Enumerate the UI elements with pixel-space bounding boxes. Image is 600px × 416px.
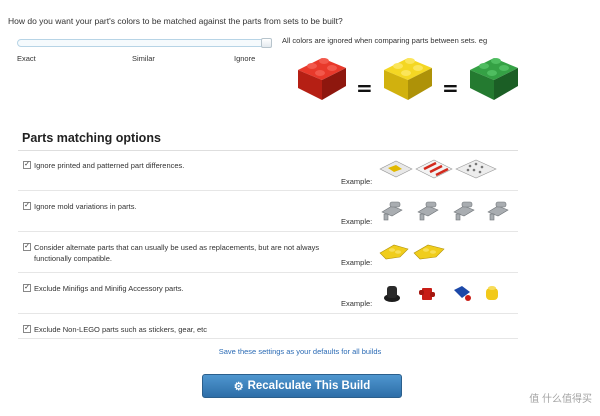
printed-tiles-icon bbox=[379, 159, 497, 179]
save-defaults-link[interactable]: Save these settings as your defaults for… bbox=[0, 347, 600, 356]
red-brick-icon bbox=[298, 58, 346, 100]
option-label: Exclude Non-LEGO parts such as stickers,… bbox=[34, 325, 207, 334]
yellow-brick-icon bbox=[384, 58, 432, 100]
recalculate-build-button[interactable]: ⚙ Recalculate This Build bbox=[202, 374, 402, 398]
example-label: Example: bbox=[341, 299, 373, 308]
option-exclude-non-lego: ✓ Exclude Non-LEGO parts such as sticker… bbox=[18, 315, 518, 339]
checkbox-exclude-non-lego[interactable]: ✓ bbox=[23, 325, 31, 333]
ignore-colors-note: All colors are ignored when comparing pa… bbox=[282, 36, 488, 45]
option-label: Consider alternate parts that can usuall… bbox=[34, 243, 320, 263]
option-label: Ignore printed and patterned part differ… bbox=[34, 161, 185, 170]
equals-sign-1: = bbox=[356, 76, 373, 100]
clip-plate-icon bbox=[381, 201, 509, 221]
checkbox-exclude-minifigs[interactable]: ✓ bbox=[23, 284, 31, 292]
gear-icon: ⚙ bbox=[233, 380, 244, 393]
site-watermark: 值 什么值得买 bbox=[529, 394, 592, 405]
slider-label-ignore: Ignore bbox=[234, 54, 256, 63]
slider-track[interactable] bbox=[17, 39, 267, 47]
minifig-parts-icon bbox=[384, 286, 498, 302]
checkbox-alternate-parts[interactable]: ✓ bbox=[23, 243, 31, 251]
option-label: Exclude Minifigs and Minifig Accessory p… bbox=[34, 284, 184, 293]
slider-label-similar: Similar bbox=[132, 54, 155, 63]
color-match-question: How do you want your part's colors to be… bbox=[8, 16, 343, 26]
example-label: Example: bbox=[341, 217, 373, 226]
option-alternate-parts: ✓ Consider alternate parts that can usua… bbox=[18, 233, 518, 273]
option-exclude-minifigs: ✓ Exclude Minifigs and Minifig Accessory… bbox=[18, 274, 518, 314]
yellow-wedge-plate-icon bbox=[379, 244, 445, 260]
equals-sign-2: = bbox=[442, 76, 459, 100]
slider-handle[interactable] bbox=[261, 38, 272, 48]
green-brick-icon bbox=[470, 58, 518, 100]
option-label: Ignore mold variations in parts. bbox=[34, 202, 137, 211]
example-label: Example: bbox=[341, 177, 373, 186]
option-ignore-mold: ✓ Ignore mold variations in parts. Examp… bbox=[18, 192, 518, 232]
option-ignore-printed: ✓ Ignore printed and patterned part diff… bbox=[18, 151, 518, 191]
section-title: Parts matching options bbox=[22, 131, 161, 145]
slider-label-exact: Exact bbox=[17, 54, 36, 63]
color-example-bricks: = = bbox=[294, 50, 524, 106]
recalculate-label: Recalculate This Build bbox=[247, 380, 371, 392]
checkbox-ignore-printed[interactable]: ✓ bbox=[23, 161, 31, 169]
checkbox-ignore-mold[interactable]: ✓ bbox=[23, 202, 31, 210]
example-label: Example: bbox=[341, 258, 373, 267]
color-match-slider[interactable] bbox=[17, 38, 273, 48]
